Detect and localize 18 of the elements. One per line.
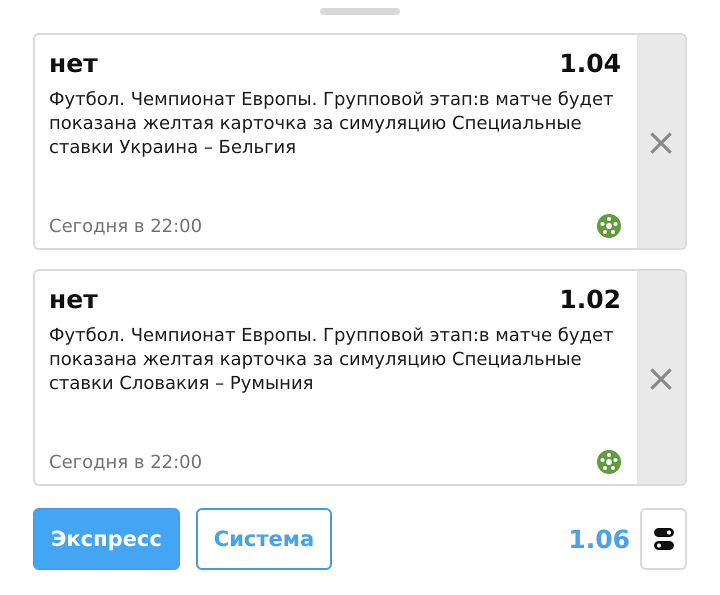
match-time: Сегодня в 22:00	[49, 216, 202, 236]
settings-toggle-button[interactable]	[640, 508, 687, 570]
total-odds: 1.06	[568, 524, 630, 554]
mode-tab[interactable]: Система	[196, 508, 332, 570]
soccer-ball-icon	[597, 450, 621, 474]
drag-handle[interactable]	[320, 8, 400, 15]
bet-description: Футбол. Чемпионат Европы. Групповой этап:в матче будет показана желтая карточка за симуляцию Специальные ставки Словакия – Румыния	[49, 324, 615, 396]
remove-button[interactable]: ×	[637, 35, 685, 248]
remove-button[interactable]: ×	[637, 271, 685, 484]
soccer-ball-icon	[597, 214, 621, 238]
mode-tab[interactable]: Экспресс	[33, 508, 180, 570]
bet-outcome: нет	[49, 285, 98, 314]
bet-odds: 1.04	[559, 49, 621, 78]
toggle-icon	[654, 528, 674, 550]
match-time: Сегодня в 22:00	[49, 452, 202, 472]
bet-odds: 1.02	[559, 285, 621, 314]
bet-description: Футбол. Чемпионат Европы. Групповой этап:в матче будет показана желтая карточка за симуляцию Специальные ставки Украина – Бельгия	[49, 88, 615, 160]
bet-outcome: нет	[49, 49, 98, 78]
